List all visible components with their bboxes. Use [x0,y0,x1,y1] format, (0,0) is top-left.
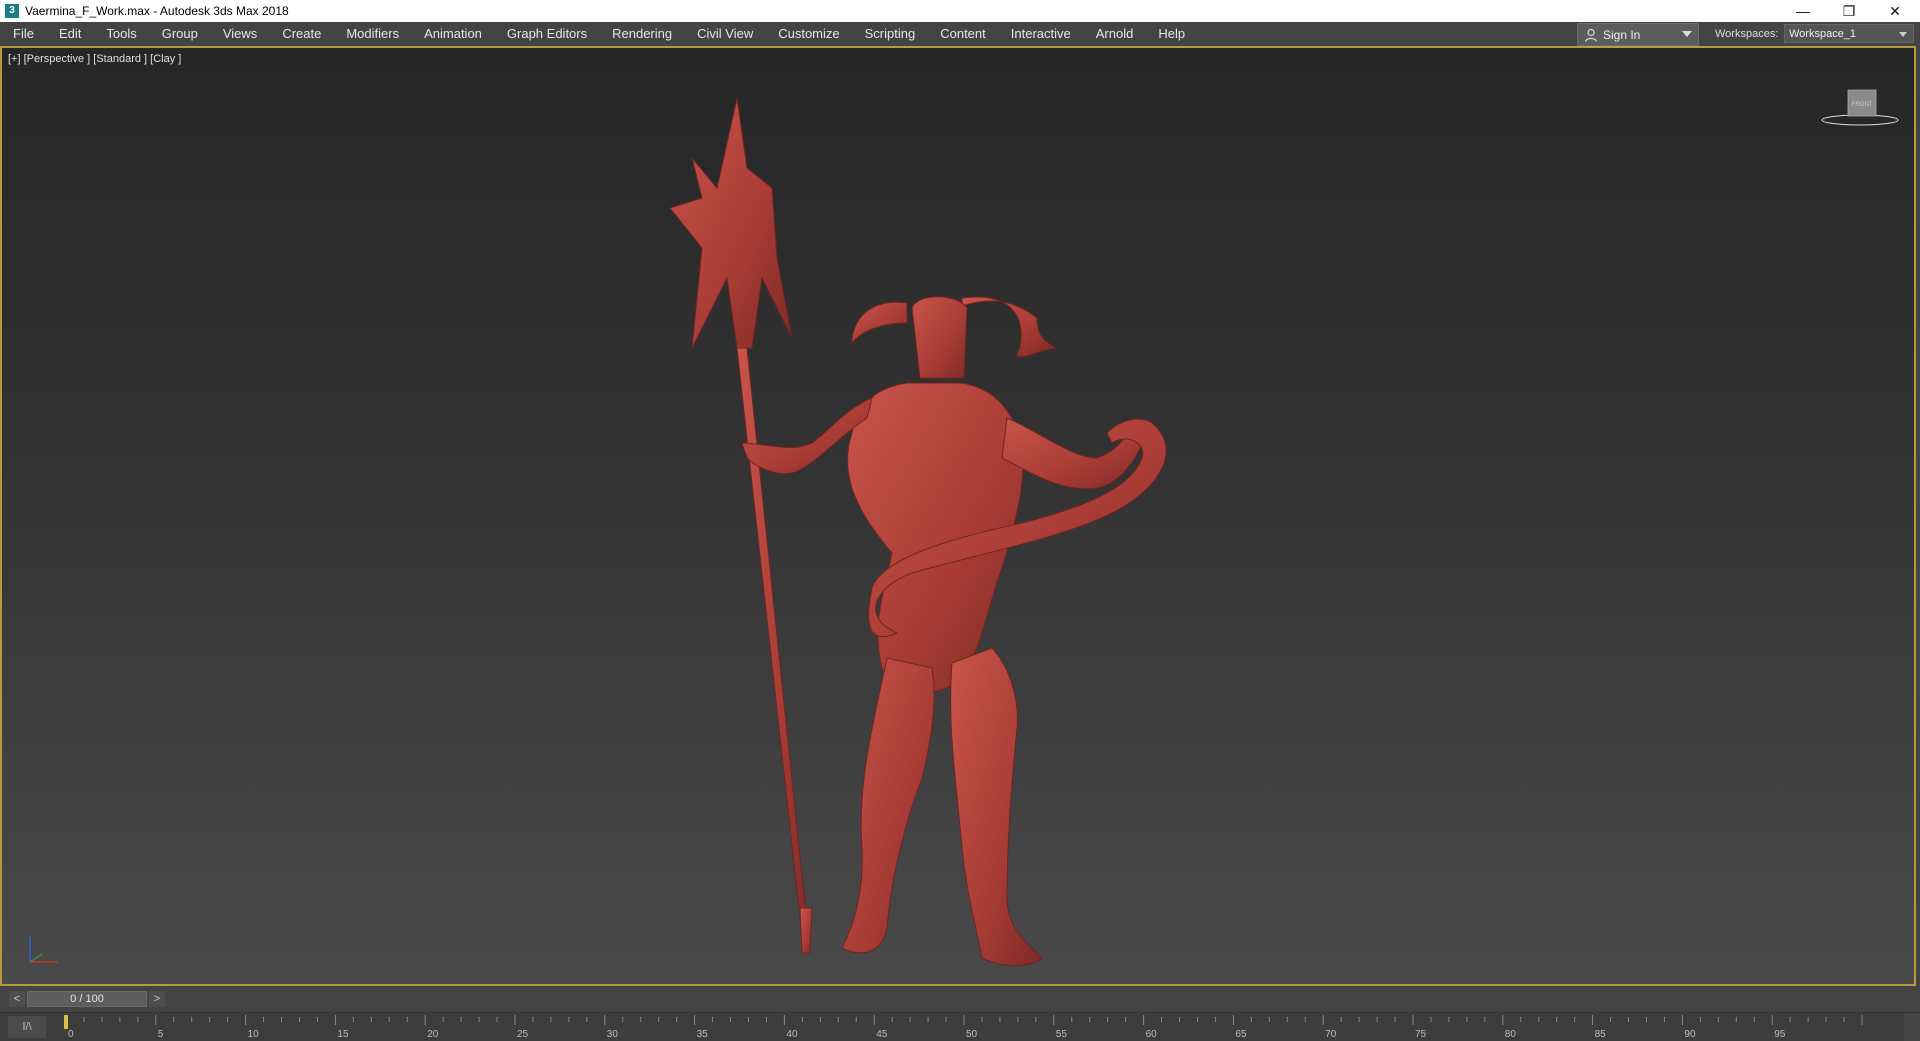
spear-head [669,97,793,349]
track-tick-label: 95 [1774,1029,1786,1040]
track-tick-label: 80 [1505,1029,1517,1040]
track-bar[interactable]: Ⅰ/\ 0 5 10 15 20 25 30 35 40 45 50 55 60 65 70 75 80 85 90… [0,1012,1920,1041]
track-tick-label: 30 [607,1029,619,1040]
spear-butt [799,907,813,954]
minimize-button[interactable]: — [1780,0,1826,22]
menu-edit[interactable]: Edit [46,22,93,46]
open-mini-curve-editor-button[interactable]: Ⅰ/\ [8,1016,46,1038]
time-slider[interactable]: < 0 / 100 > [0,986,1920,1012]
track-tick-label: 55 [1056,1029,1068,1040]
left-horn [851,301,908,345]
track-tick-label: 65 [1235,1029,1247,1040]
track-tick-label: 40 [786,1029,798,1040]
track-tick-label: 60 [1146,1029,1158,1040]
user-icon [1584,28,1598,42]
perspective-viewport[interactable]: [+] [Perspective ] [Standard ] [Clay ] F… [0,46,1916,986]
track-tick-label: 75 [1415,1029,1427,1040]
track-bar-end [1904,1013,1920,1041]
3ds-max-app-icon[interactable]: 3 [5,4,19,18]
track-tick-label: 85 [1595,1029,1607,1040]
menu-interactive[interactable]: Interactive [998,22,1083,46]
chevron-down-icon [1682,31,1692,37]
workspace-select[interactable]: Workspace_1 [1784,24,1914,43]
workspace-value: Workspace_1 [1789,28,1857,40]
menu-group[interactable]: Group [149,22,210,46]
menu-animation[interactable]: Animation [411,22,494,46]
head [911,296,968,379]
spear-shaft [736,347,811,954]
previous-frame-button[interactable]: < [9,991,25,1007]
track-tick-label: 45 [876,1029,888,1040]
menu-help[interactable]: Help [1145,22,1197,46]
close-button[interactable]: ✕ [1872,0,1918,22]
time-slider-thumb[interactable]: 0 / 100 [27,991,147,1007]
track-tick-label: 50 [966,1029,978,1040]
menu-file[interactable]: File [0,22,46,46]
track-tick-label: 20 [427,1029,439,1040]
right-leg [950,647,1043,966]
axis-tripod-icon [29,936,58,963]
menu-rendering[interactable]: Rendering [599,22,684,46]
menu-scripting[interactable]: Scripting [852,22,928,46]
workspaces-label: Workspaces: [1715,28,1779,40]
menu-customize[interactable]: Customize [765,22,851,46]
current-frame-marker[interactable] [64,1015,68,1029]
title-bar: 3 Vaermina_F_Work.max - Autodesk 3ds Max… [0,0,1920,22]
menu-modifiers[interactable]: Modifiers [333,22,411,46]
track-ruler[interactable]: 0510152025303540455055606570758085909510… [64,1013,1864,1041]
next-frame-button[interactable]: > [149,991,165,1007]
track-tick-label: 10 [248,1029,260,1040]
menu-views[interactable]: Views [210,22,269,46]
track-tick-label: 25 [517,1029,529,1040]
restore-button[interactable]: ❐ [1826,0,1872,22]
sign-in-label: Sign In [1603,27,1641,42]
menu-arnold[interactable]: Arnold [1083,22,1146,46]
track-tick-label: 5 [158,1029,164,1040]
track-tick-label: 35 [697,1029,709,1040]
menu-tools[interactable]: Tools [93,22,148,46]
left-leg [841,657,935,954]
menu-civil-view[interactable]: Civil View [684,22,765,46]
track-tick-label: 70 [1325,1029,1337,1040]
chevron-down-icon [1899,32,1907,37]
right-horn [961,296,1058,358]
track-tick-label: 90 [1684,1029,1696,1040]
menu-content[interactable]: Content [927,22,998,46]
window-title: Vaermina_F_Work.max - Autodesk 3ds Max 2… [25,4,289,18]
sign-in-dropdown[interactable]: Sign In [1577,23,1699,46]
demon-figure-model[interactable] [2,48,1916,986]
menu-graph-editors[interactable]: Graph Editors [494,22,599,46]
track-tick-label: 15 [337,1029,349,1040]
track-tick-label: 0 [68,1029,74,1040]
menu-create[interactable]: Create [269,22,333,46]
